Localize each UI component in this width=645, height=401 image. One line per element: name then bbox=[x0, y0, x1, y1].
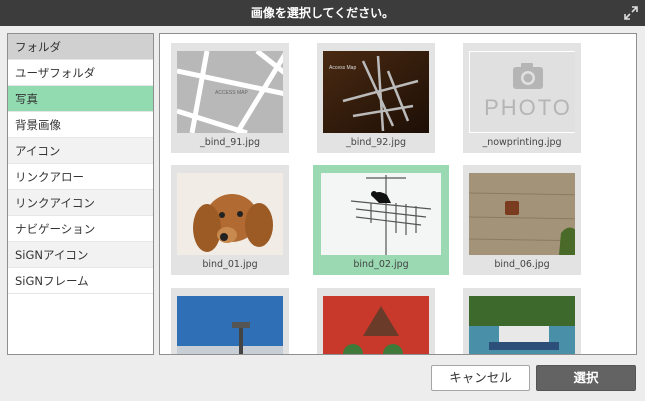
access-map-label: ACCESS MAP bbox=[215, 90, 248, 96]
image-grid: ACCESS MAP _bind_91.jpg Access Map _bind… bbox=[159, 33, 637, 355]
sidebar-item-user-folder[interactable]: ユーザフォルダ bbox=[8, 60, 153, 86]
image-filename: bind_01.jpg bbox=[202, 259, 258, 270]
thumbnail-antenna-bird bbox=[321, 173, 441, 255]
image-tile[interactable]: PHOTO _nowprinting.jpg bbox=[463, 43, 581, 153]
thumbnail-photo-placeholder: PHOTO bbox=[469, 51, 575, 133]
dialog-titlebar: 画像を選択してください。 bbox=[0, 0, 645, 26]
thumbnail-boat bbox=[469, 296, 575, 354]
photo-placeholder-label: PHOTO bbox=[484, 95, 572, 120]
sidebar-item-navigation[interactable]: ナビゲーション bbox=[8, 216, 153, 242]
thumbnail-access-map-dark: Access Map bbox=[323, 51, 429, 133]
image-tile[interactable] bbox=[317, 288, 435, 354]
thumbnail-dog bbox=[177, 173, 283, 255]
cancel-button[interactable]: キャンセル bbox=[431, 365, 530, 391]
expand-icon[interactable] bbox=[623, 5, 639, 21]
sidebar-item-sign-icon[interactable]: SiGNアイコン bbox=[8, 242, 153, 268]
dialog-title: 画像を選択してください。 bbox=[250, 6, 395, 20]
thumbnail-wall bbox=[469, 173, 575, 255]
image-filename: bind_02.jpg bbox=[353, 259, 409, 270]
image-tile[interactable] bbox=[171, 288, 289, 354]
sidebar-header-folder: フォルダ bbox=[8, 34, 153, 60]
image-filename: _bind_92.jpg bbox=[345, 137, 407, 148]
thumbnail-red-wall-plants bbox=[323, 296, 429, 354]
image-tile[interactable]: Access Map _bind_92.jpg bbox=[317, 43, 435, 153]
thumbnail-access-map-gray: ACCESS MAP bbox=[177, 51, 283, 133]
image-filename: bind_06.jpg bbox=[494, 259, 550, 270]
image-tile[interactable]: bind_06.jpg bbox=[463, 165, 581, 275]
sidebar-item-icon[interactable]: アイコン bbox=[8, 138, 153, 164]
sidebar-item-link-arrow[interactable]: リンクアロー bbox=[8, 164, 153, 190]
image-tile[interactable]: bind_01.jpg bbox=[171, 165, 289, 275]
sidebar-item-sign-frame[interactable]: SiGNフレーム bbox=[8, 268, 153, 294]
image-tile[interactable] bbox=[463, 288, 581, 354]
sidebar-item-link-icon[interactable]: リンクアイコン bbox=[8, 190, 153, 216]
access-map-label-dark: Access Map bbox=[329, 65, 356, 71]
folder-sidebar: フォルダ ユーザフォルダ 写真 背景画像 アイコン リンクアロー リンクアイコン… bbox=[7, 33, 154, 355]
image-tile[interactable]: ACCESS MAP _bind_91.jpg bbox=[171, 43, 289, 153]
sidebar-item-background[interactable]: 背景画像 bbox=[8, 112, 153, 138]
image-picker-dialog: フォルダ ユーザフォルダ 写真 背景画像 アイコン リンクアロー リンクアイコン… bbox=[0, 26, 645, 401]
sidebar-item-photo[interactable]: 写真 bbox=[8, 86, 153, 112]
image-tile-selected[interactable]: bind_02.jpg bbox=[313, 165, 449, 275]
image-filename: _nowprinting.jpg bbox=[482, 137, 562, 148]
select-button[interactable]: 選択 bbox=[536, 365, 636, 391]
image-filename: _bind_91.jpg bbox=[199, 137, 261, 148]
thumbnail-airport bbox=[177, 296, 283, 354]
